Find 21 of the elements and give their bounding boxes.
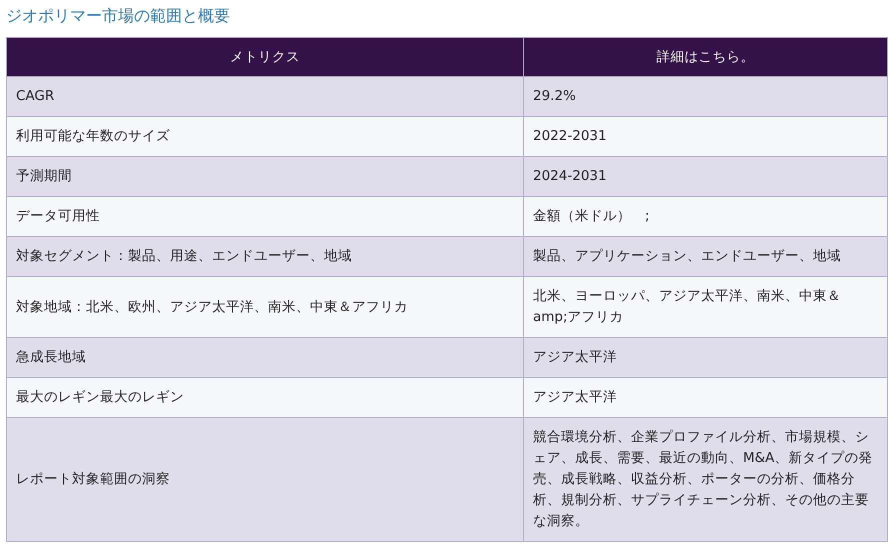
section-title: ジオポリマー市場の範囲と概要 bbox=[6, 5, 231, 27]
table-cell: アジア太平洋 bbox=[524, 378, 888, 418]
table-cell: 最大のレギン最大のレギン bbox=[6, 378, 524, 418]
table-cell: CAGR bbox=[6, 76, 524, 116]
table-cell: レポート対象範囲の洞察 bbox=[6, 418, 524, 542]
table-cell: 対象セグメント：製品、用途、エンドユーザー、地域 bbox=[6, 236, 524, 276]
table-cell: 対象地域：北米、欧州、アジア太平洋、南米、中東＆アフリカ bbox=[6, 276, 524, 338]
table-cell: 2022-2031 bbox=[524, 116, 888, 156]
column-header: メトリクス bbox=[6, 38, 524, 76]
table-cell: 29.2% bbox=[524, 76, 888, 116]
table-cell: 急成長地域 bbox=[6, 338, 524, 378]
table-cell: 予測期間 bbox=[6, 156, 524, 196]
table-cell: データ可用性 bbox=[6, 196, 524, 236]
table-cell: 製品、アプリケーション、エンドユーザー、地域 bbox=[524, 236, 888, 276]
table-cell: 金額（米ドル） ; bbox=[524, 196, 888, 236]
table-cell: 競合環境分析、企業プロファイル分析、市場規模、シェア、成長、需要、最近の動向、M&A、新タイプの発売、成長戦略、収益分析、ポーターの分析、価格分析、規制分析、サプライチェーン分析、その他の主要な洞察。 bbox=[524, 418, 888, 542]
table-cell: 利用可能な年数のサイズ bbox=[6, 116, 524, 156]
table-cell: アジア太平洋 bbox=[524, 338, 888, 378]
table-cell: 北米、ヨーロッパ、アジア太平洋、南米、中東＆amp;アフリカ bbox=[524, 276, 888, 338]
table-cell: 2024-2031 bbox=[524, 156, 888, 196]
column-header: 詳細はこちら。 bbox=[524, 38, 888, 76]
